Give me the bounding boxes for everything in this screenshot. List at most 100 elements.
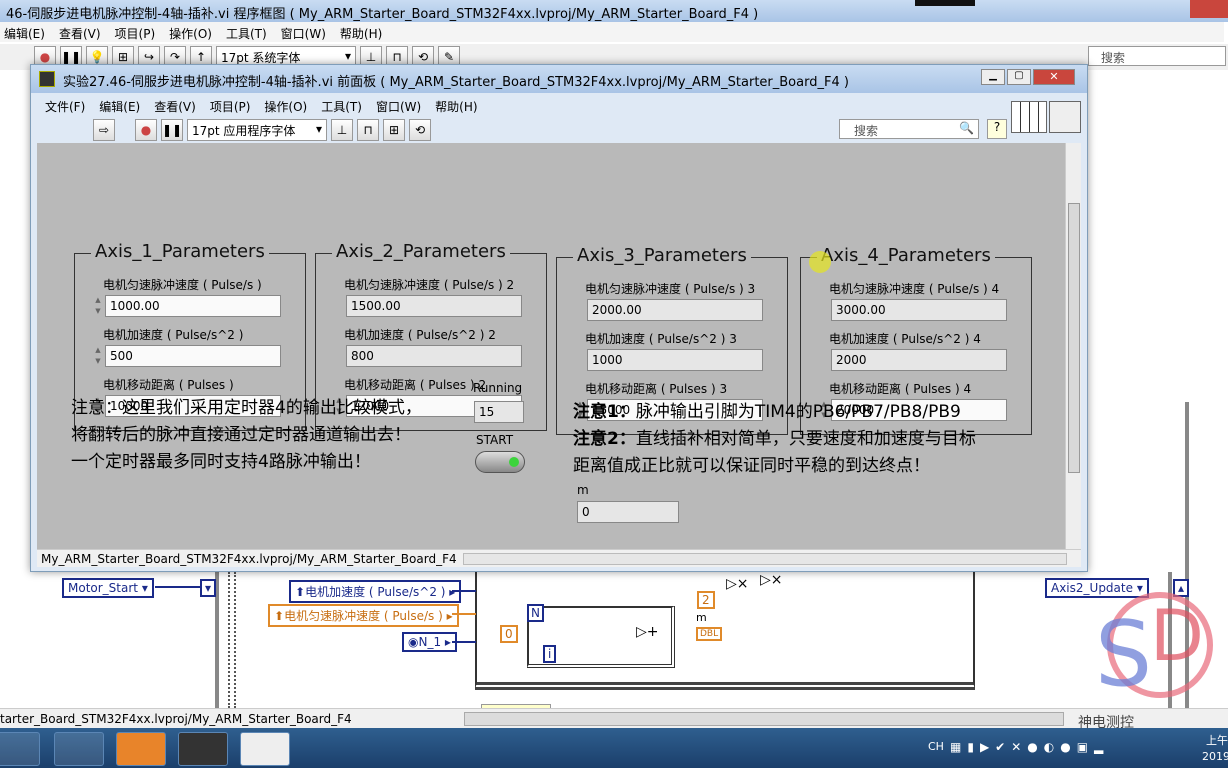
numeric-field[interactable]: 800	[346, 345, 522, 367]
fp-title: 实验27.46-伺服步进电机脉冲控制-4轴-插补.vi 前面板 ( My_ARM…	[63, 75, 849, 90]
search-placeholder: 搜索	[1101, 51, 1126, 65]
field-label: 电机移动距离 ( Pulses ) 2	[344, 378, 487, 392]
field-label: 电机匀速脉冲速度 ( Pulse/s ) 3	[585, 282, 756, 296]
explorer-icon[interactable]	[0, 732, 40, 766]
n1-local-variable[interactable]: ◉N_1 ▸	[402, 632, 457, 652]
menu-item[interactable]: 查看(V)	[154, 98, 196, 114]
numeric-field[interactable]: 1000	[587, 349, 763, 371]
tray-icons[interactable]: ▦▮▶✔✕●◐●▣▂	[950, 740, 1109, 754]
start-button[interactable]	[475, 451, 525, 473]
numeric-field[interactable]: 2000.00	[587, 299, 763, 321]
menu-item[interactable]: 工具(T)	[321, 98, 362, 114]
node-label: Motor_Start	[68, 581, 138, 595]
field-label: 电机匀速脉冲速度 ( Pulse/s ) 4	[829, 282, 1000, 296]
svg-text:S: S	[1095, 602, 1152, 707]
menu-item[interactable]: 编辑(E)	[4, 25, 45, 41]
menu-item[interactable]: 项目(P)	[210, 98, 251, 114]
constant-two[interactable]: 2	[697, 591, 715, 609]
bd-horizontal-scrollbar[interactable]	[464, 712, 1064, 726]
field-label: 电机匀速脉冲速度 ( Pulse/s )	[103, 278, 262, 292]
run-arrow-icon[interactable]: ⇨	[93, 119, 115, 141]
vi-icon[interactable]	[1049, 101, 1081, 133]
distribute-icon[interactable]: ⊓	[357, 119, 379, 141]
fp-search-input[interactable]: 搜索 🔍	[839, 119, 979, 139]
bd-status-path: tarter_Board_STM32F4xx.lvproj/My_ARM_Sta…	[0, 712, 352, 726]
chevron-down-icon: ▾	[315, 122, 322, 136]
vertical-scrollbar[interactable]	[1065, 143, 1081, 549]
maximize-button[interactable]: ▢	[1007, 69, 1031, 85]
menu-item[interactable]: 操作(O)	[169, 25, 212, 41]
search-icon[interactable]: 🔍	[959, 121, 974, 135]
menu-item[interactable]: 帮助(H)	[340, 25, 382, 41]
pdf-reader-icon[interactable]	[116, 732, 166, 766]
fp-font-select[interactable]: 17pt 应用程序字体 ▾	[187, 119, 327, 141]
labview-icon	[39, 71, 55, 87]
bd-search-input[interactable]: 搜索	[1088, 46, 1226, 66]
field-label: 电机移动距离 ( Pulses )	[103, 378, 234, 392]
align-icon[interactable]: ⊥	[331, 119, 353, 141]
node-label: 0	[505, 627, 513, 641]
case-selector[interactable]: ▾	[200, 579, 217, 597]
cluster-title: Axis_1_Parameters	[91, 241, 269, 262]
node-label: 2	[702, 593, 710, 607]
speed-local-variable[interactable]: ⬆电机匀速脉冲速度 ( Pulse/s ) ▸	[268, 604, 459, 627]
resize-icon[interactable]: ⊞	[383, 119, 405, 141]
motor-start-node[interactable]: Motor_Start ▾	[62, 578, 154, 598]
m-indicator: 0	[577, 501, 679, 523]
note-left: 注意：这里我们采用定时器4的输出比较模式， 将翻转后的脉冲直接通过定时器通道输出…	[71, 395, 422, 476]
taskbar: CH ▦▮▶✔✕●◐●▣▂ 上午 2019	[0, 728, 1228, 768]
image-viewer-icon[interactable]	[54, 732, 104, 766]
camtasia-icon[interactable]	[240, 732, 290, 766]
connector-pane-icon[interactable]	[1011, 101, 1047, 133]
increment-spinner-icon[interactable]: ▲ ▼	[93, 295, 103, 317]
menu-item[interactable]: 窗口(W)	[376, 98, 421, 114]
bd-status-bar: tarter_Board_STM32F4xx.lvproj/My_ARM_Sta…	[0, 708, 1228, 728]
menu-item[interactable]: 编辑(E)	[99, 98, 140, 114]
language-indicator[interactable]: CH	[928, 740, 944, 753]
minimize-button[interactable]: ▁	[981, 69, 1005, 85]
menu-item[interactable]: 窗口(W)	[281, 25, 326, 41]
menu-item[interactable]: 文件(F)	[45, 98, 85, 114]
numeric-field[interactable]: 1500.00	[346, 295, 522, 317]
field-label: 电机加速度 ( Pulse/s^2 )	[103, 328, 244, 342]
menu-item[interactable]: 查看(V)	[59, 25, 101, 41]
wire	[452, 590, 476, 592]
node-label: 电机匀速脉冲速度 ( Pulse/s )	[284, 609, 443, 623]
cursor-highlight	[809, 251, 831, 273]
menu-item[interactable]: 操作(O)	[264, 98, 307, 114]
numeric-field[interactable]: 500	[105, 345, 281, 367]
multiply-function-icon: ▷×	[726, 576, 749, 592]
increment-spinner-icon[interactable]: ▲ ▼	[93, 345, 103, 367]
accel-local-variable[interactable]: ⬆电机加速度 ( Pulse/s^2 ) ▸	[289, 580, 462, 603]
note-line: 一个定时器最多同时支持4路脉冲输出！	[71, 452, 371, 472]
cluster-title: Axis_4_Parameters	[817, 245, 995, 266]
node-label: 电机加速度 ( Pulse/s^2 )	[305, 585, 446, 599]
numeric-field[interactable]: 3000.00	[831, 299, 1007, 321]
search-placeholder: 搜索	[854, 124, 879, 138]
scrollbar-thumb[interactable]	[1068, 203, 1080, 473]
menu-item[interactable]: 帮助(H)	[435, 98, 477, 114]
pause-icon[interactable]: ❚❚	[161, 119, 183, 141]
bd-close-button[interactable]	[1190, 0, 1228, 18]
node-label: DBL	[700, 629, 719, 639]
m-label: m	[696, 611, 707, 624]
wire	[452, 641, 476, 643]
numeric-field[interactable]: 1000.00	[105, 295, 281, 317]
start-led	[509, 457, 519, 467]
menu-item[interactable]: 工具(T)	[226, 25, 267, 41]
help-icon[interactable]: ?	[987, 119, 1007, 139]
fp-horizontal-scrollbar[interactable]	[463, 553, 1067, 565]
clock-date[interactable]: 2019	[1202, 750, 1228, 763]
note-line: 注意：这里我们采用定时器4的输出比较模式，	[71, 398, 422, 418]
menu-item[interactable]: 项目(P)	[115, 25, 156, 41]
numeric-field[interactable]: 2000	[831, 349, 1007, 371]
close-button[interactable]: ✕	[1033, 69, 1075, 85]
clock-time[interactable]: 上午	[1206, 732, 1228, 748]
constant-zero[interactable]: 0	[500, 625, 518, 643]
fp-menu-bar: 文件(F) 编辑(E) 查看(V) 项目(P) 操作(O) 工具(T) 窗口(W) 帮助(H)	[37, 95, 486, 115]
reorder-icon[interactable]: ⟲	[409, 119, 431, 141]
labview-taskbar-icon[interactable]	[178, 732, 228, 766]
abort-icon[interactable]: ●	[135, 119, 157, 141]
iteration-terminal: i	[543, 645, 557, 663]
node-label: N	[531, 606, 540, 620]
